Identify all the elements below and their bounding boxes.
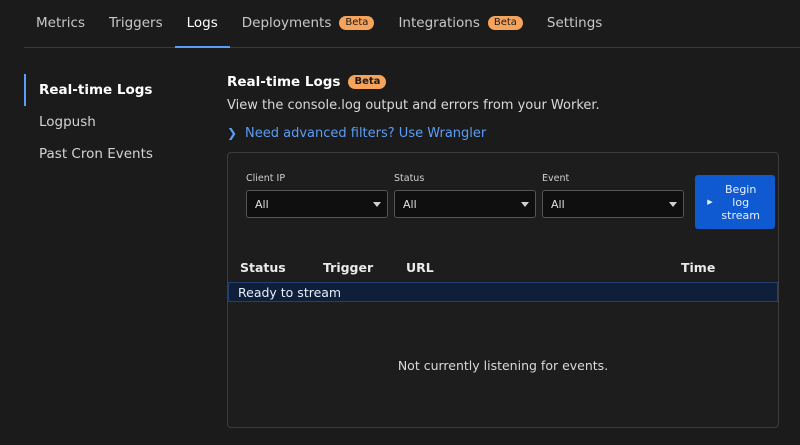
- section-description: View the console.log output and errors f…: [227, 98, 600, 113]
- event-filter: Event All: [542, 173, 684, 218]
- empty-state-message: Not currently listening for events.: [397, 358, 609, 373]
- beta-badge: Beta: [339, 16, 375, 30]
- log-stream-panel: Client IP All Status All Event All ▶ Beg…: [227, 152, 779, 428]
- client-ip-filter: Client IP All: [246, 173, 388, 218]
- status-select[interactable]: All: [394, 190, 536, 218]
- section-title: Real-time Logs Beta: [227, 72, 779, 92]
- tab-triggers[interactable]: Triggers: [97, 0, 175, 47]
- ready-to-stream-text: Ready to stream: [238, 284, 342, 300]
- tab-integrations[interactable]: Integrations Beta: [386, 0, 534, 47]
- table-header: Status Trigger URL Time: [228, 255, 778, 279]
- column-header-trigger[interactable]: Trigger: [323, 260, 373, 275]
- chevron-right-icon: ❯: [227, 126, 238, 140]
- play-icon: ▶: [707, 197, 713, 206]
- select-value: All: [255, 197, 269, 211]
- tab-label: Integrations: [398, 15, 480, 31]
- event-select[interactable]: All: [542, 190, 684, 218]
- filter-label: Client IP: [246, 173, 286, 184]
- filter-label: Event: [542, 173, 570, 184]
- tab-bar: Metrics Triggers Logs Deployments Beta In…: [24, 0, 800, 48]
- column-header-url[interactable]: URL: [406, 260, 434, 275]
- select-value: All: [403, 197, 417, 211]
- tab-label: Settings: [546, 15, 603, 31]
- caret-down-icon: [669, 201, 677, 207]
- caret-down-icon: [521, 201, 529, 207]
- tab-logs[interactable]: Logs: [174, 0, 230, 48]
- filter-label: Status: [394, 173, 425, 184]
- sidebar-item-label: Past Cron Events: [39, 146, 153, 162]
- status-row: Ready to stream: [228, 282, 778, 302]
- tab-deployments[interactable]: Deployments Beta: [230, 0, 387, 47]
- tab-label: Triggers: [109, 15, 163, 31]
- sidebar-item-logpush[interactable]: Logpush: [24, 106, 194, 138]
- sidebar-item-past-cron-events[interactable]: Past Cron Events: [24, 138, 194, 170]
- sidebar-item-real-time-logs[interactable]: Real-time Logs: [24, 74, 194, 106]
- tab-metrics[interactable]: Metrics: [24, 0, 97, 47]
- begin-log-stream-button[interactable]: ▶ Begin log stream: [695, 175, 775, 229]
- client-ip-select[interactable]: All: [246, 190, 388, 218]
- advanced-filters-link[interactable]: ❯ Need advanced filters? Use Wrangler: [227, 124, 779, 142]
- status-filter: Status All: [394, 173, 536, 218]
- tab-label: Deployments: [241, 15, 332, 31]
- sidebar-item-label: Real-time Logs: [39, 82, 153, 98]
- select-value: All: [551, 197, 565, 211]
- advanced-filters-link-text: Need advanced filters? Use Wrangler: [245, 125, 487, 141]
- main-content: Real-time Logs Beta View the console.log…: [227, 72, 779, 142]
- filter-bar: Client IP All Status All Event All: [246, 173, 690, 218]
- caret-down-icon: [373, 201, 381, 207]
- beta-badge: Beta: [348, 75, 387, 89]
- tab-label: Metrics: [36, 15, 86, 31]
- sidebar: Real-time Logs Logpush Past Cron Events: [24, 74, 194, 170]
- page-title: Real-time Logs: [227, 74, 341, 90]
- beta-badge: Beta: [487, 16, 523, 30]
- column-header-time[interactable]: Time: [681, 260, 715, 275]
- tab-label: Logs: [186, 15, 218, 31]
- column-header-status[interactable]: Status: [240, 260, 286, 275]
- begin-log-stream-label: Begin log stream: [721, 182, 760, 222]
- sidebar-item-label: Logpush: [39, 114, 96, 130]
- tab-settings[interactable]: Settings: [535, 0, 614, 47]
